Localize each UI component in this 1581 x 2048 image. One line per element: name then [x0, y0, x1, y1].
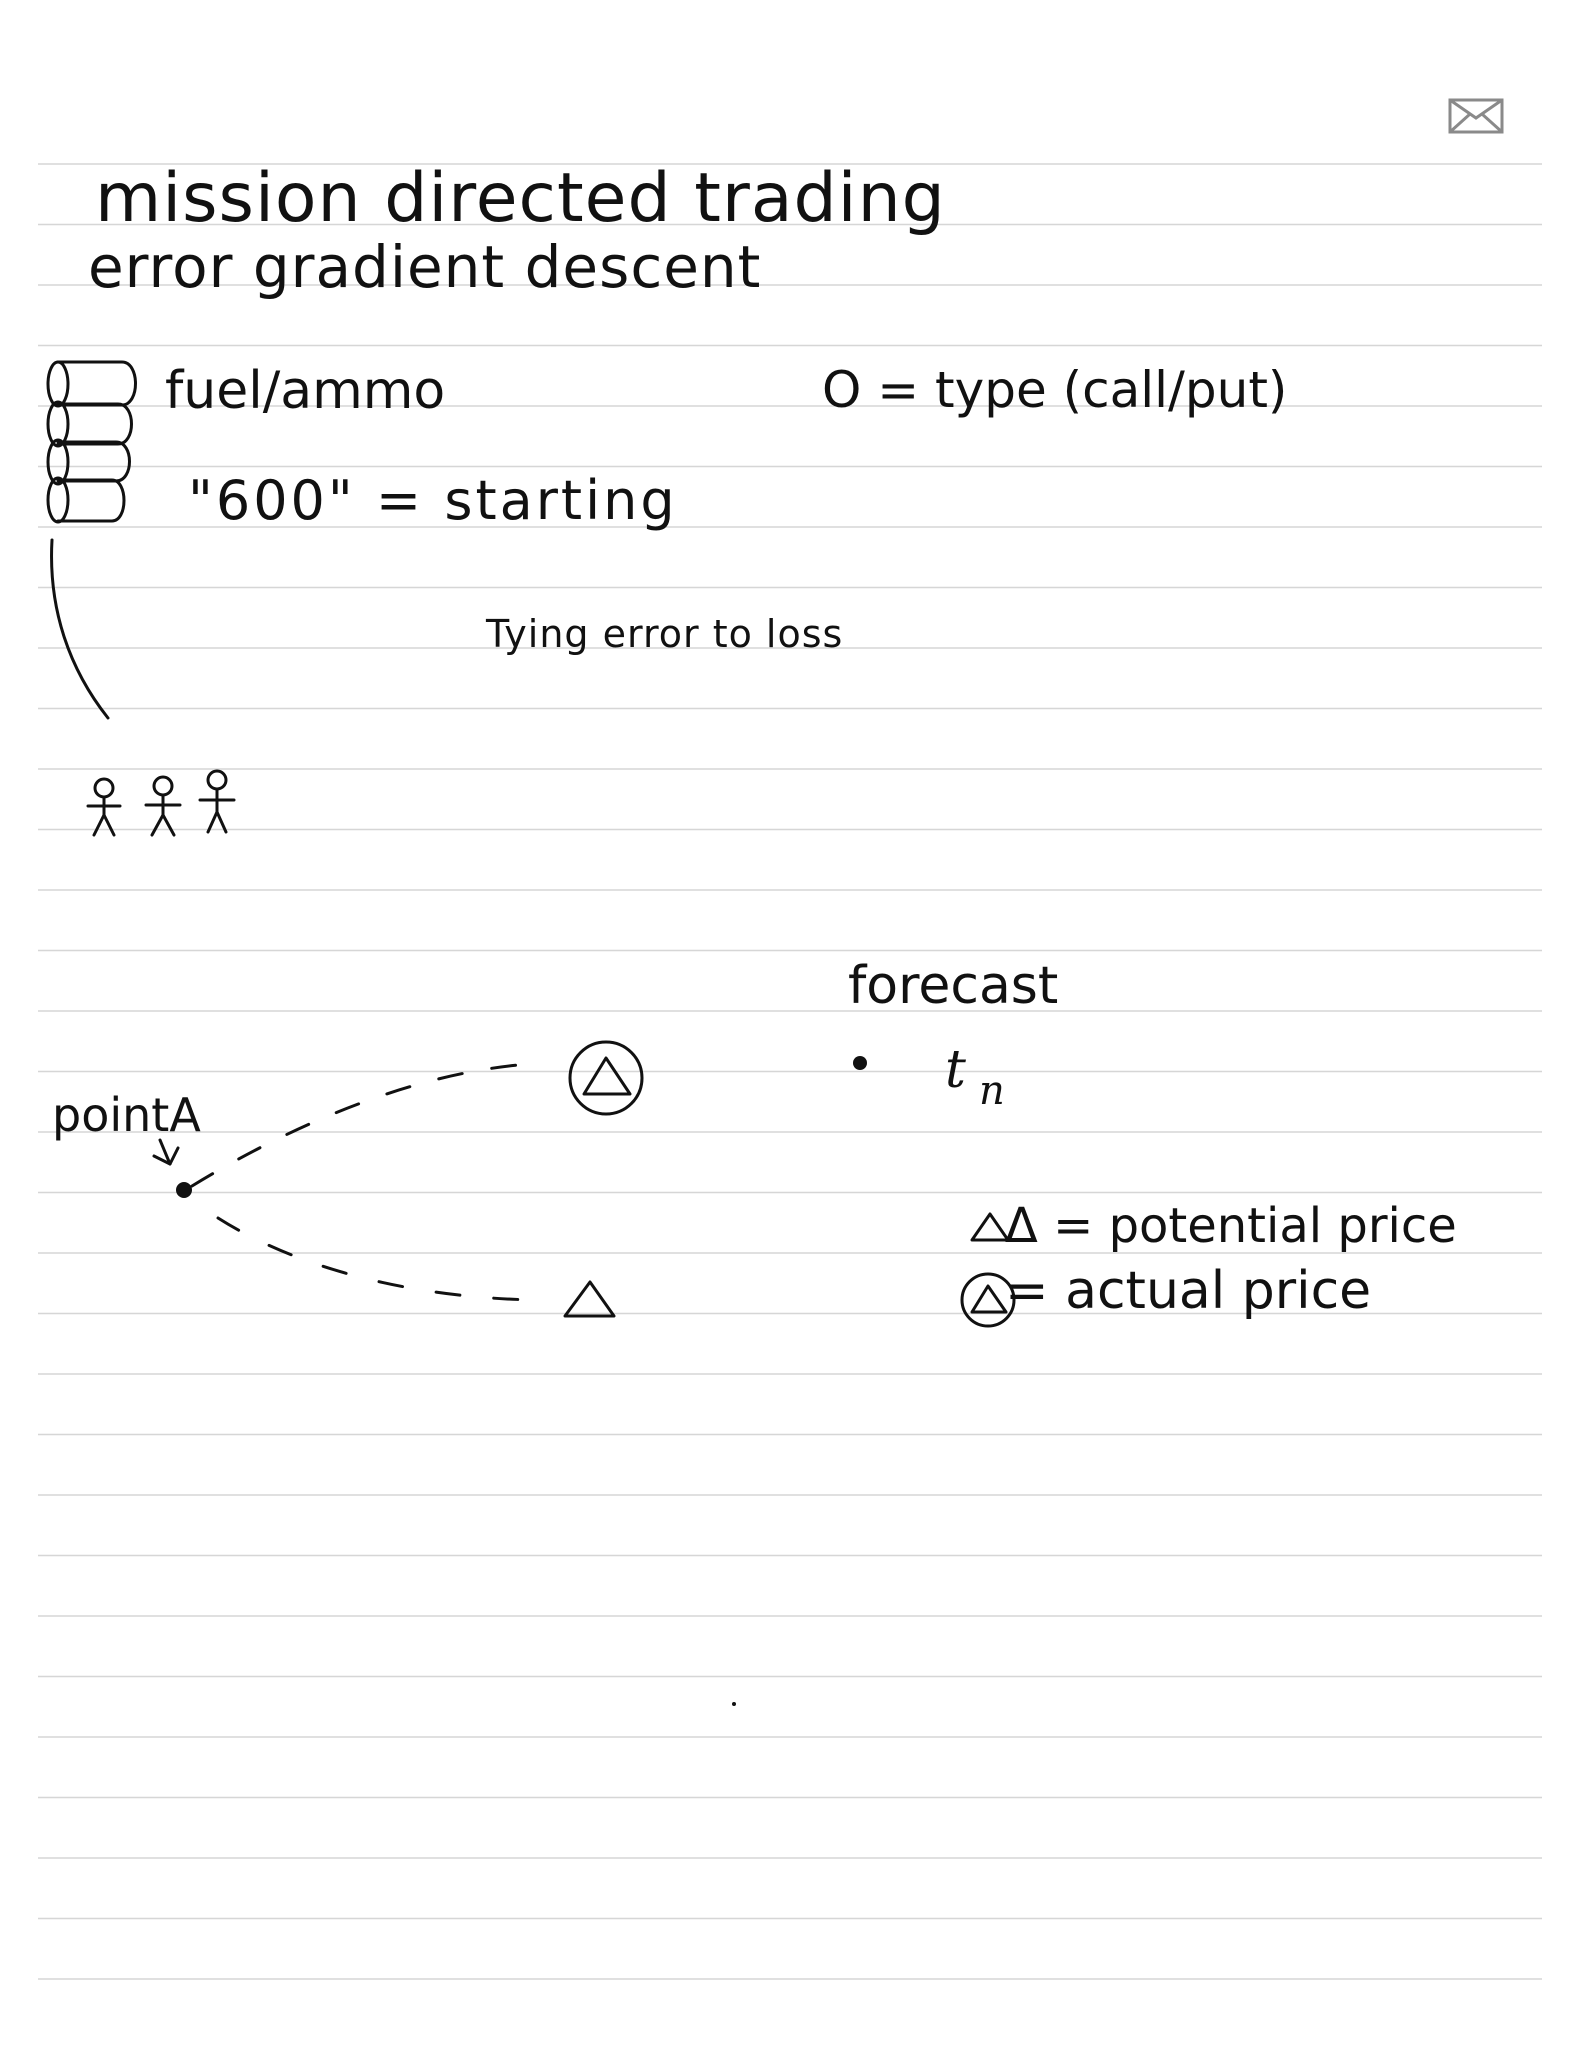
stray-dot — [732, 1702, 736, 1706]
actual-price-marker — [568, 1040, 644, 1116]
legend-triangle-icon — [970, 1212, 1010, 1242]
upper-dashed-path — [190, 1062, 532, 1188]
lower-dashed-path — [216, 1216, 550, 1302]
potential-price-marker — [563, 1280, 616, 1318]
notebook-page: mission directed trading error gradient … — [0, 0, 1581, 2048]
curved-stroke — [50, 538, 110, 720]
hand-sketch — [46, 360, 1016, 1706]
legend-circle-triangle-icon — [960, 1272, 1016, 1328]
coin-stack-icon — [46, 360, 137, 524]
point-a-dot — [176, 1182, 192, 1198]
stick-figures-icon — [86, 769, 236, 837]
forecast-dot — [853, 1056, 867, 1070]
point-a-arrow — [152, 1138, 180, 1166]
